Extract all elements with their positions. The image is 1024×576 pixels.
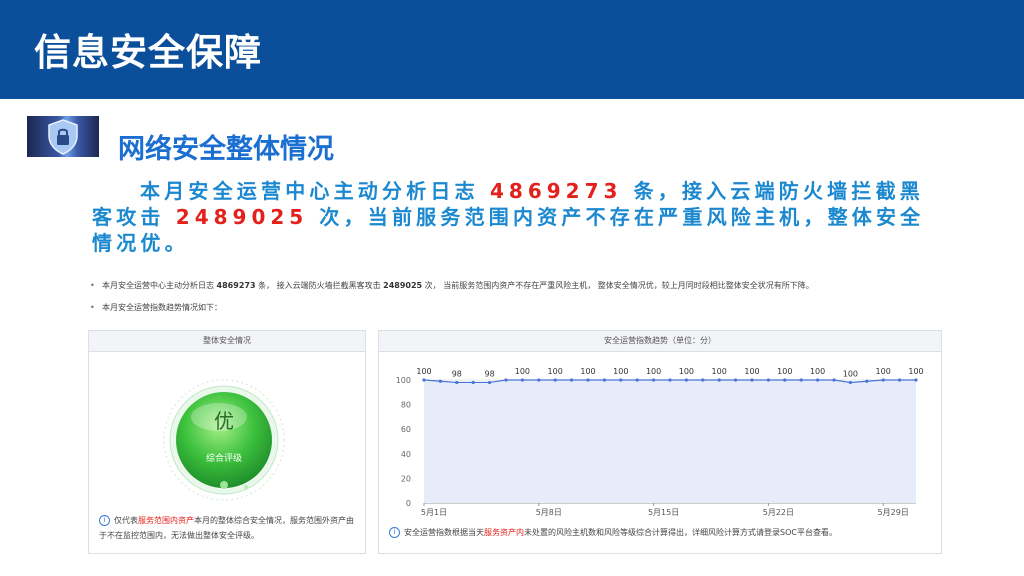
data-label: 100 [646, 367, 661, 376]
y-tick-label: 20 [401, 474, 411, 483]
x-tick-label: 5月8日 [536, 508, 562, 517]
data-point [553, 378, 557, 382]
shield-lock-icon [27, 116, 99, 157]
data-point [717, 378, 721, 382]
data-point [586, 378, 590, 382]
data-label: 100 [777, 367, 792, 376]
panel-title: 整体安全情况 [89, 331, 365, 352]
grade-badge-graphic [163, 379, 285, 501]
data-point [471, 380, 475, 385]
data-point [799, 378, 803, 382]
x-tick-label: 5月1日 [421, 508, 447, 517]
bullet-attack-count: 2489025 [383, 281, 423, 290]
x-tick-label: 5月15日 [648, 508, 679, 517]
data-label: 100 [744, 367, 759, 376]
panel-title: 安全运营指数趋势（单位：分） [379, 331, 941, 352]
note-text: 仅代表 [114, 516, 138, 525]
grade-label: 综合评级 [205, 454, 242, 464]
y-tick-label: 80 [401, 401, 411, 410]
grade-badge: 优 综合评级 [161, 377, 287, 503]
data-label: 100 [712, 367, 727, 376]
data-point [619, 378, 623, 382]
right-panel-note: i 安全运营指数根据当天服务资产内未处置的风险主机数和风险等级综合计算得出，详细风… [389, 525, 934, 540]
bullet-text: 本月安全运营中心主动分析日志 [102, 281, 214, 290]
data-point [865, 379, 869, 383]
data-label: 100 [876, 367, 891, 376]
bullet-text: 条， 接入云端防火墙拦截黑客攻击 [258, 281, 381, 290]
page-title: 信息安全保障 [34, 31, 262, 74]
data-point [881, 378, 885, 382]
data-point [438, 379, 442, 383]
data-point [602, 378, 606, 382]
trend-chart: 0 20 40 60 80 100 100 98 98 100 100 100 100 100 100 100… [396, 367, 924, 517]
data-point [701, 378, 705, 382]
data-point [537, 378, 541, 382]
data-label: 98 [452, 369, 462, 378]
data-point [488, 380, 492, 385]
attack-count: 2489025 [175, 205, 309, 229]
data-label: 100 [515, 367, 530, 376]
data-point [668, 378, 672, 382]
data-label: 100 [416, 367, 431, 376]
data-point [652, 378, 656, 382]
data-label: 100 [843, 369, 858, 378]
section-title: 网络安全整体情况 [118, 134, 334, 165]
bullet-item: 本月安全运营指数趋势情况如下： [90, 303, 814, 325]
data-point [734, 378, 738, 382]
data-label: 100 [908, 367, 923, 376]
note-highlight: 服务资产内 [484, 528, 524, 537]
info-icon: i [389, 527, 400, 538]
data-point [750, 378, 754, 382]
x-tick-label: 5月29日 [878, 508, 909, 517]
summary-text: 本月安全运营中心主动分析日志 [140, 179, 479, 203]
bullet-log-count: 4869273 [216, 281, 256, 290]
data-label: 100 [810, 367, 825, 376]
log-count: 4869273 [489, 179, 623, 203]
data-point [504, 378, 508, 382]
data-point [635, 378, 639, 382]
data-point [520, 378, 524, 382]
data-point [898, 378, 902, 382]
data-point [914, 378, 918, 382]
note-text: 安全运营指数根据当天 [404, 528, 484, 537]
data-point [455, 380, 459, 385]
note-highlight: 服务范围内资产 [138, 516, 194, 525]
data-point [766, 378, 770, 382]
bullet-item: 本月安全运营中心主动分析日志 4869273 条， 接入云端防火墙拦截黑客攻击 … [90, 281, 814, 303]
info-icon: i [99, 515, 110, 526]
data-label: 100 [580, 367, 595, 376]
left-panel-note: i 仅代表服务范围内资产本月的整体综合安全情况，服务范围外资产由于不在监控范围内，… [99, 513, 354, 543]
data-point [570, 378, 574, 382]
data-point [832, 378, 836, 382]
data-label: 100 [548, 367, 563, 376]
header-bar: 信息安全保障 [0, 0, 1024, 99]
data-point [422, 378, 426, 382]
y-tick-label: 60 [401, 425, 411, 434]
data-point [684, 378, 688, 382]
data-label: 100 [613, 367, 628, 376]
data-label: 98 [485, 369, 495, 378]
data-point [816, 378, 820, 382]
overall-security-panel: 整体安全情况 优 综合评级 i 仅代表服务范围内资产本月的整体综合安全情况，服务范… [88, 330, 366, 554]
data-point [783, 378, 787, 382]
note-text: 未处置的风险主机数和风险等级综合计算得出，详细风险计算方式请登录SOC平台查看。 [524, 528, 837, 537]
bullet-list: 本月安全运营中心主动分析日志 4869273 条， 接入云端防火墙拦截黑客攻击 … [90, 281, 814, 325]
y-tick-label: 0 [406, 499, 411, 508]
series-area [424, 380, 916, 503]
data-point [848, 380, 852, 385]
y-tick-label: 100 [396, 376, 411, 385]
data-label: 100 [679, 367, 694, 376]
y-tick-label: 40 [401, 450, 411, 459]
bullet-text: 次， 当前服务范围内资产不存在严重风险主机， 整体安全情况优，较上月同时段相比整… [424, 281, 814, 290]
grade-value: 优 [214, 409, 234, 433]
bullet-text: 本月安全运营指数趋势情况如下： [102, 303, 222, 312]
summary-paragraph: 本月安全运营中心主动分析日志 4869273 条，接入云端防火墙拦截黑客攻击 2… [92, 178, 942, 256]
security-index-trend-panel: 安全运营指数趋势（单位：分） 0 20 40 60 80 100 100 98 98 100 100… [378, 330, 942, 554]
x-tick-label: 5月22日 [763, 508, 794, 517]
